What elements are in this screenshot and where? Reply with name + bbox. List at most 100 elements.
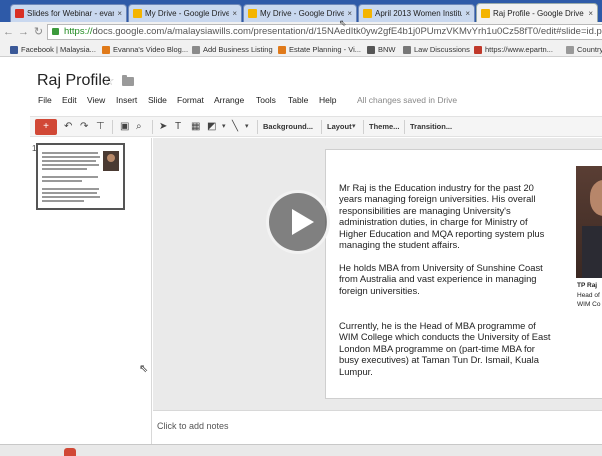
- tab-title: Slides for Webinar - evan: [27, 9, 115, 18]
- browser-tab-4[interactable]: April 2013 Women Institut ×: [358, 4, 475, 22]
- folder-icon[interactable]: [122, 75, 134, 86]
- menu-edit[interactable]: Edit: [62, 95, 77, 105]
- menu-help[interactable]: Help: [319, 95, 336, 105]
- slide-thumbnail[interactable]: [36, 143, 125, 210]
- bookmark-estate-planning[interactable]: Estate Planning - Vi...: [278, 44, 361, 55]
- menu-tools[interactable]: Tools: [256, 95, 276, 105]
- image-icon[interactable]: ▦: [191, 120, 200, 134]
- bookmark-bnw[interactable]: BNW: [367, 44, 396, 55]
- zoom-fit-icon[interactable]: ▣: [120, 120, 129, 134]
- group-icon: [403, 45, 411, 54]
- menu-file[interactable]: File: [38, 95, 52, 105]
- browser-tab-2[interactable]: My Drive - Google Drive ×: [128, 4, 242, 22]
- close-icon[interactable]: ×: [465, 9, 470, 18]
- reload-icon[interactable]: ↻: [32, 25, 45, 39]
- url-text: docs.google.com/a/malaysiawills.com/pres…: [92, 26, 602, 37]
- tab-title: My Drive - Google Drive: [260, 9, 345, 18]
- bookmark-label: https://www.epartn...: [485, 45, 553, 54]
- page-icon: [566, 45, 574, 54]
- star-icon[interactable]: ☆: [103, 73, 115, 89]
- new-slide-button[interactable]: +: [35, 119, 57, 135]
- browser-tab-1[interactable]: Slides for Webinar - evan ×: [10, 4, 127, 22]
- menu-view[interactable]: View: [87, 95, 105, 105]
- browser-tab-strip: Slides for Webinar - evan × My Drive - G…: [0, 0, 602, 22]
- facebook-icon: [10, 45, 18, 54]
- lock-icon: [52, 28, 59, 35]
- photo-caption-name[interactable]: TP Raj: [577, 282, 597, 289]
- taskbar-strip: [0, 444, 602, 456]
- slide-filmstrip: 1: [30, 138, 152, 456]
- bookmark-law-discussions[interactable]: Law Discussions: [403, 44, 470, 55]
- drive-icon: [363, 9, 372, 18]
- zoom-icon[interactable]: ⌕: [136, 120, 142, 134]
- profile-photo[interactable]: [576, 166, 602, 278]
- bookmark-country[interactable]: Country: [566, 44, 602, 55]
- menu-format[interactable]: Format: [177, 95, 204, 105]
- photo-caption-title[interactable]: Head of: [577, 292, 600, 299]
- close-icon[interactable]: ×: [117, 9, 122, 18]
- background-button[interactable]: Background...: [263, 122, 313, 131]
- select-icon[interactable]: ➤: [159, 120, 167, 134]
- thumbnail-photo: [103, 151, 119, 171]
- slides-icon: [481, 8, 490, 18]
- estate-icon: [278, 45, 286, 54]
- gmail-icon: [15, 9, 24, 18]
- bookmark-label: BNW: [378, 45, 396, 54]
- tab-title: Raj Profile - Google Drive: [493, 8, 584, 18]
- back-icon[interactable]: ←: [2, 25, 15, 39]
- link-icon: [192, 45, 200, 54]
- url-bar[interactable]: https://docs.google.com/a/malaysiawills.…: [47, 24, 602, 40]
- document-title[interactable]: Raj Profile: [37, 72, 111, 90]
- url-scheme: https://: [64, 26, 93, 37]
- bookmark-label: Country: [577, 45, 602, 54]
- moon-icon: [367, 45, 375, 54]
- menu-slide[interactable]: Slide: [148, 95, 167, 105]
- browser-tab-5-active[interactable]: Raj Profile - Google Drive ×: [476, 3, 598, 22]
- undo-icon[interactable]: ↶: [64, 120, 72, 134]
- blogger-icon: [102, 45, 110, 54]
- forward-icon[interactable]: →: [17, 25, 30, 39]
- close-icon[interactable]: ×: [347, 9, 352, 18]
- slide-paragraph-1[interactable]: Mr Raj is the Education industry for the…: [339, 182, 551, 250]
- notes-placeholder: Click to add notes: [157, 421, 229, 431]
- transition-button[interactable]: Transition...: [410, 122, 452, 131]
- save-status: All changes saved in Drive: [357, 95, 458, 105]
- close-icon[interactable]: ×: [232, 9, 237, 18]
- menu-table[interactable]: Table: [288, 95, 308, 105]
- redo-icon[interactable]: ↷: [80, 120, 88, 134]
- mouse-cursor-icon: ⇖: [139, 363, 149, 375]
- drive-icon: [133, 9, 142, 18]
- bookmark-label: Add Business Listing: [203, 45, 273, 54]
- menu-arrange[interactable]: Arrange: [214, 95, 244, 105]
- bookmark-label: Law Discussions: [414, 45, 470, 54]
- slide-page[interactable]: Mr Raj is the Education industry for the…: [326, 150, 602, 398]
- paint-format-icon[interactable]: ⊤: [96, 120, 105, 134]
- editor-toolbar: + ↶ ↷ ⊤ ▣ ⌕ ➤ T ▦ ◩ ▾ ╲ ▾ Background... …: [30, 116, 602, 137]
- play-icon[interactable]: [266, 190, 330, 254]
- editor-canvas: Mr Raj is the Education industry for the…: [153, 138, 602, 410]
- line-icon[interactable]: ╲: [232, 120, 238, 134]
- bookmark-label: Estate Planning - Vi...: [289, 45, 361, 54]
- slide-paragraph-3[interactable]: Currently, he is the Head of MBA program…: [339, 320, 551, 377]
- slide-paragraph-2[interactable]: He holds MBA from University of Sunshine…: [339, 262, 551, 296]
- menu-insert[interactable]: Insert: [116, 95, 137, 105]
- photo-caption-org[interactable]: WIM Co: [577, 301, 600, 308]
- bookmark-business-listing[interactable]: Add Business Listing: [192, 44, 273, 55]
- bookmarks-bar: Facebook | Malaysia... Evanna's Video Bl…: [0, 42, 602, 57]
- app-icon[interactable]: [64, 448, 76, 456]
- bookmark-epartners[interactable]: https://www.epartn...: [474, 44, 553, 55]
- shape-icon[interactable]: ◩: [207, 120, 216, 134]
- text-box-icon[interactable]: T: [175, 120, 181, 134]
- bookmark-video-blog[interactable]: Evanna's Video Blog...: [102, 44, 188, 55]
- chevron-down-icon[interactable]: ▾: [352, 120, 356, 134]
- layout-button[interactable]: Layout: [327, 122, 352, 131]
- bookmark-facebook[interactable]: Facebook | Malaysia...: [10, 44, 96, 55]
- chevron-down-icon[interactable]: ▾: [245, 120, 249, 134]
- speaker-notes[interactable]: Click to add notes: [153, 410, 602, 444]
- chevron-down-icon[interactable]: ▾: [222, 120, 226, 134]
- theme-button[interactable]: Theme...: [369, 122, 399, 131]
- close-icon[interactable]: ×: [588, 9, 593, 18]
- flag-icon: [474, 45, 482, 54]
- bookmark-label: Evanna's Video Blog...: [113, 45, 189, 54]
- mouse-cursor-icon: ⇖: [339, 18, 347, 28]
